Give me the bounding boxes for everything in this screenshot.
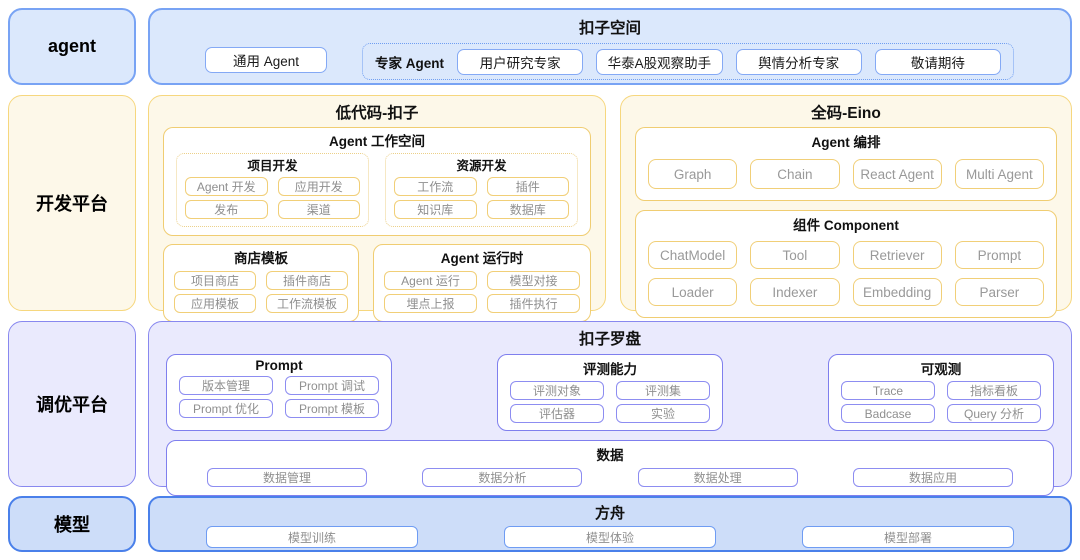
prompt-box-title: Prompt — [255, 358, 303, 373]
node-chip: 应用开发 — [277, 177, 360, 196]
node-chip: 插件执行 — [487, 294, 580, 313]
node-chip: 工作流模板 — [266, 294, 348, 313]
node-chip: Loader — [648, 278, 738, 306]
node-chip: Agent 开发 — [185, 177, 268, 196]
sidebar-label-agent: agent — [8, 8, 136, 85]
node-chip: 数据应用 — [852, 468, 1013, 487]
component-box: 组件 Component ChatModel Tool Retriever Pr… — [635, 210, 1057, 318]
node-chip: 插件 — [486, 177, 569, 196]
resource-dev-group: 资源开发 工作流 插件 知识库 数据库 — [385, 153, 578, 227]
fullcode-eino-panel: 全码-Eino Agent 编排 Graph Chain React Agent… — [620, 95, 1072, 318]
coze-loop-title: 扣子罗盘 — [578, 331, 641, 348]
agent-orchestration-title: Agent 编排 — [811, 135, 881, 150]
sidebar-label-dev-platform: 开发平台 — [8, 95, 136, 311]
general-agent-node: 通用 Agent — [205, 47, 327, 73]
sidebar-label-model: 模型 — [8, 496, 136, 552]
data-box-title: 数据 — [596, 448, 624, 463]
node-chip: 数据管理 — [207, 468, 367, 487]
node-chip: Chain — [750, 159, 840, 189]
node-chip: Graph — [648, 159, 738, 189]
node-chip: 数据分析 — [422, 468, 583, 487]
agent-runtime-title: Agent 运行时 — [440, 251, 524, 266]
ark-title: 方舟 — [594, 505, 625, 522]
node-chip: 评测集 — [616, 381, 710, 400]
data-box: 数据 数据管理 数据分析 数据处理 数据应用 — [166, 440, 1054, 496]
expert-agent-group: 专家 Agent 用户研究专家 华泰A股观察助手 舆情分析专家 敬请期待 — [362, 43, 1014, 80]
node-chip: Retriever — [852, 241, 942, 269]
node-chip: Prompt 模板 — [285, 399, 379, 418]
expert-agent-node: 用户研究专家 — [457, 48, 584, 75]
node-chip: Agent 运行 — [384, 271, 477, 290]
node-chip: Tool — [750, 241, 840, 269]
node-chip: 数据处理 — [637, 468, 798, 487]
expert-agent-node: 敬请期待 — [874, 48, 1001, 75]
component-title: 组件 Component — [793, 218, 899, 233]
node-chip: 模型对接 — [487, 271, 580, 290]
node-chip: Badcase — [841, 404, 935, 423]
agent-workspace-box: Agent 工作空间 项目开发 Agent 开发 应用开发 发布 渠道 资源开发 — [163, 127, 591, 236]
node-chip: 工作流 — [394, 177, 477, 196]
observability-box: 可观测 Trace 指标看板 Badcase Query 分析 — [828, 354, 1054, 431]
prompt-box: Prompt 版本管理 Prompt 调试 Prompt 优化 Prompt 模… — [166, 354, 392, 431]
agent-workspace-title: Agent 工作空间 — [329, 134, 425, 149]
node-chip: 版本管理 — [179, 376, 273, 395]
node-chip: Parser — [954, 278, 1044, 306]
store-template-box: 商店模板 项目商店 插件商店 应用模板 工作流模板 — [163, 244, 359, 322]
node-chip: 项目商店 — [174, 271, 256, 290]
layer-dev-platform: 低代码-扣子 Agent 工作空间 项目开发 Agent 开发 应用开发 发布 … — [148, 95, 1072, 322]
node-chip: Query 分析 — [947, 404, 1041, 423]
observability-box-title: 可观测 — [920, 362, 962, 377]
node-chip: 评测对象 — [510, 381, 604, 400]
agent-runtime-box: Agent 运行时 Agent 运行 模型对接 埋点上报 插件执行 — [373, 244, 591, 322]
node-chip: 知识库 — [394, 200, 477, 219]
fullcode-title: 全码-Eino — [811, 105, 881, 122]
project-dev-group: 项目开发 Agent 开发 应用开发 发布 渠道 — [176, 153, 369, 227]
node-chip: 评估器 — [510, 404, 604, 423]
node-chip: 插件商店 — [266, 271, 348, 290]
node-chip: Prompt — [954, 241, 1044, 269]
agent-space-title: 扣子空间 — [578, 20, 641, 37]
resource-dev-title: 资源开发 — [456, 159, 507, 173]
node-chip: 模型部署 — [802, 526, 1014, 548]
project-dev-title: 项目开发 — [247, 159, 298, 173]
expert-agent-node: 华泰A股观察助手 — [596, 48, 723, 75]
node-chip: 应用模板 — [174, 294, 256, 313]
node-chip: 数据库 — [486, 200, 569, 219]
expert-agent-node: 舆情分析专家 — [735, 48, 862, 75]
node-chip: Indexer — [750, 278, 840, 306]
node-chip: 发布 — [185, 200, 268, 219]
node-chip: Multi Agent — [954, 159, 1044, 189]
expert-agent-label: 专家 Agent — [375, 55, 444, 71]
node-chip: 指标看板 — [947, 381, 1041, 400]
sidebar-label-tuning-platform: 调优平台 — [8, 321, 136, 487]
node-chip: Trace — [841, 381, 935, 400]
node-chip: 埋点上报 — [384, 294, 477, 313]
layer-model-ark: 方舟 模型训练 模型体验 模型部署 — [148, 496, 1072, 552]
node-chip: React Agent — [852, 159, 942, 189]
node-chip: Prompt 调试 — [285, 376, 379, 395]
node-chip: 实验 — [616, 404, 710, 423]
architecture-diagram: agent 开发平台 调优平台 模型 扣子空间 通用 Agent 专家 Agen… — [0, 0, 1080, 560]
node-chip: 模型体验 — [504, 526, 716, 548]
node-chip: 渠道 — [277, 200, 360, 219]
node-chip: 模型训练 — [206, 526, 418, 548]
layer-agent-space: 扣子空间 通用 Agent 专家 Agent 用户研究专家 华泰A股观察助手 舆… — [148, 8, 1072, 85]
store-template-title: 商店模板 — [234, 251, 288, 266]
node-chip: Embedding — [852, 278, 942, 306]
lowcode-coze-panel: 低代码-扣子 Agent 工作空间 项目开发 Agent 开发 应用开发 发布 … — [148, 95, 606, 322]
node-chip: ChatModel — [648, 241, 738, 269]
evaluation-box-title: 评测能力 — [583, 362, 637, 377]
lowcode-title: 低代码-扣子 — [335, 105, 419, 122]
node-chip: Prompt 优化 — [179, 399, 273, 418]
layer-tuning-platform: 扣子罗盘 Prompt 版本管理 Prompt 调试 Prompt 优化 Pro… — [148, 321, 1072, 496]
evaluation-box: 评测能力 评测对象 评测集 评估器 实验 — [497, 354, 723, 431]
agent-orchestration-box: Agent 编排 Graph Chain React Agent Multi A… — [635, 127, 1057, 201]
